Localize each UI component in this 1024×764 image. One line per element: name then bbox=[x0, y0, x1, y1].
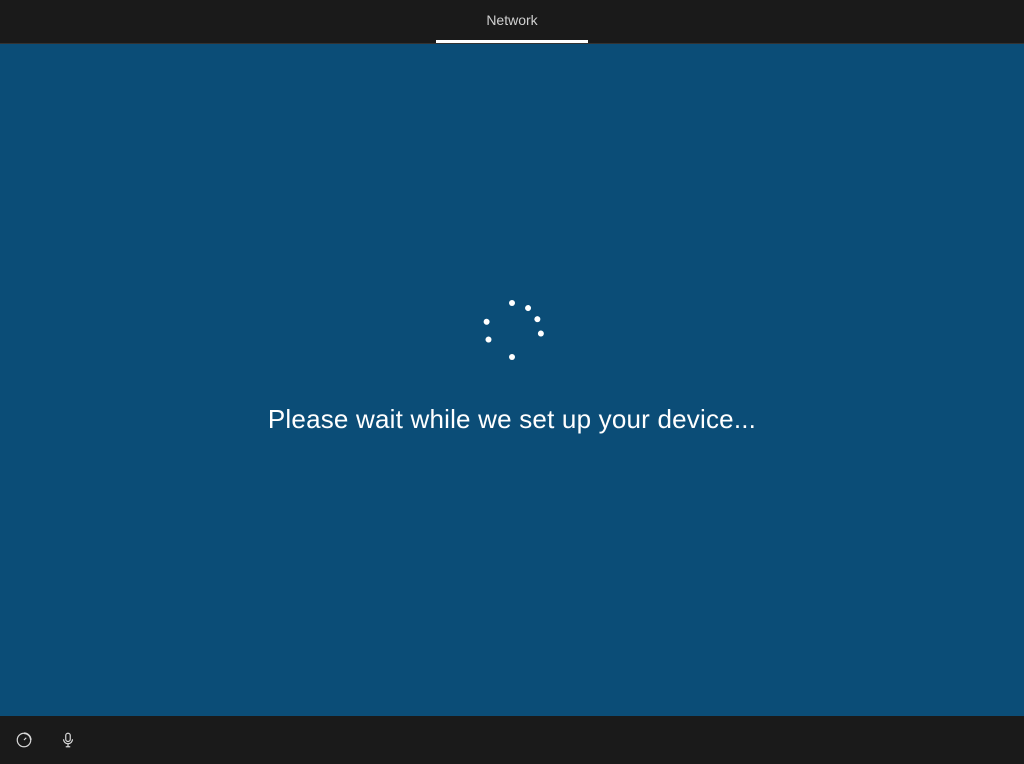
loading-spinner-icon bbox=[477, 296, 547, 366]
ease-of-access-icon[interactable] bbox=[14, 730, 34, 750]
title-bar: Network bbox=[0, 0, 1024, 44]
tab-label: Network bbox=[486, 12, 537, 28]
setup-content: Please wait while we set up your device.… bbox=[0, 44, 1024, 716]
status-message: Please wait while we set up your device.… bbox=[268, 404, 756, 435]
microphone-icon[interactable] bbox=[58, 730, 78, 750]
tab-network[interactable]: Network bbox=[436, 0, 587, 43]
bottom-toolbar bbox=[0, 716, 1024, 764]
